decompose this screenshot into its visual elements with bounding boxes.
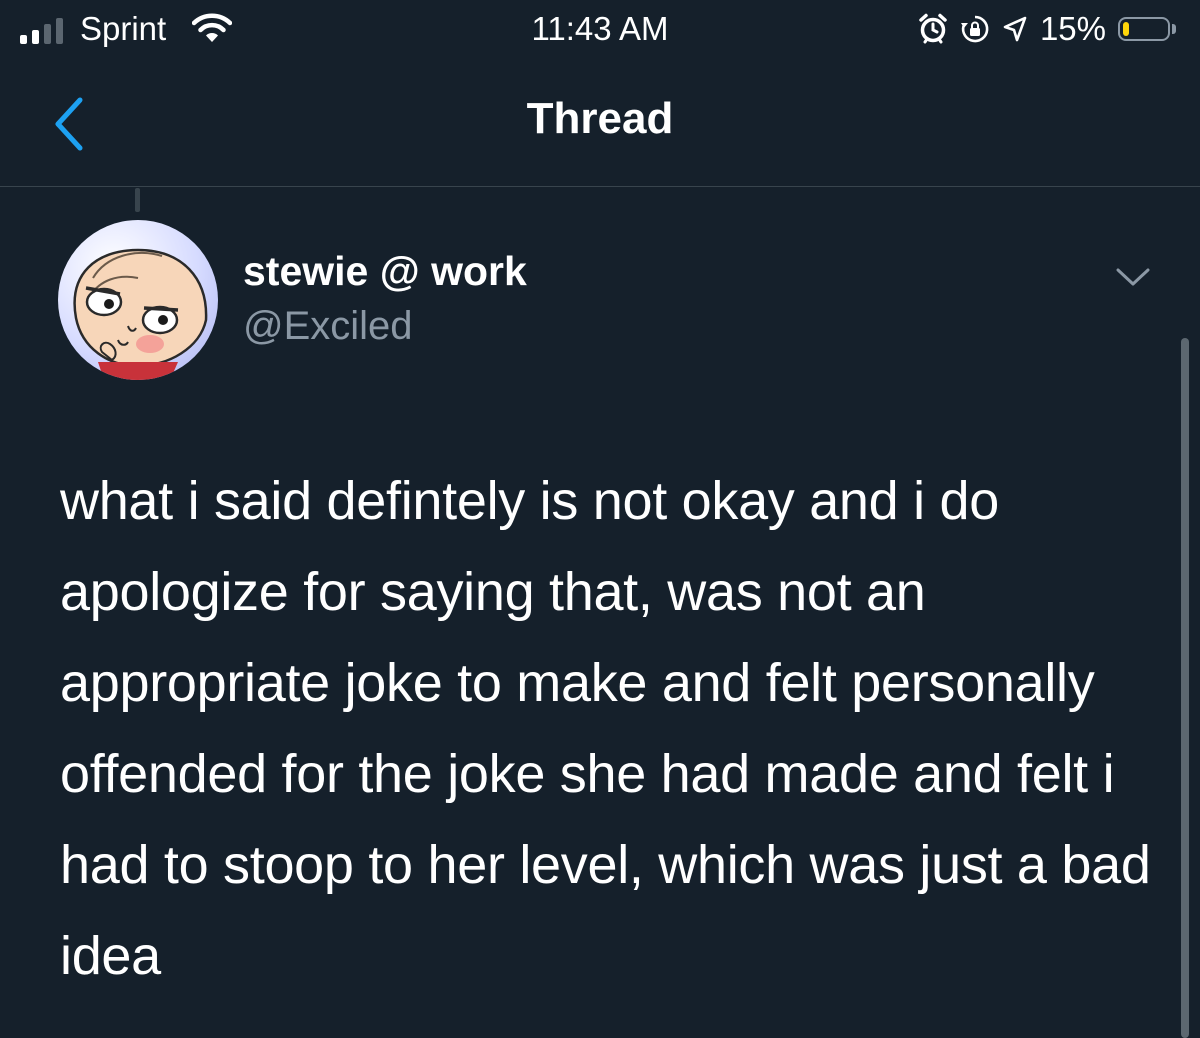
user-handle[interactable]: @Exciled [243,304,413,349]
location-icon [1003,16,1027,42]
chevron-down-icon [1116,268,1150,286]
battery-icon [1118,17,1170,41]
tweet-options-button[interactable] [1110,256,1156,296]
page-title: Thread [526,94,674,143]
alarm-icon [919,13,947,44]
battery-level-fill [1123,22,1129,36]
battery-percent: 15% [1039,10,1106,47]
thread-connector-line [135,188,140,212]
tweet-text: what i said defintely is not okay and i … [60,471,1151,986]
display-name[interactable]: stewie @ work [243,248,527,295]
status-bar: Sprint 11:43 AM 15% [0,0,1200,60]
thread-header: Thread [0,60,1200,187]
rotation-lock-icon [960,15,989,43]
scrollbar[interactable] [1181,338,1189,1038]
avatar[interactable] [58,220,218,380]
cartoon-baby-avatar-image [73,248,208,380]
battery-nub [1172,24,1176,34]
